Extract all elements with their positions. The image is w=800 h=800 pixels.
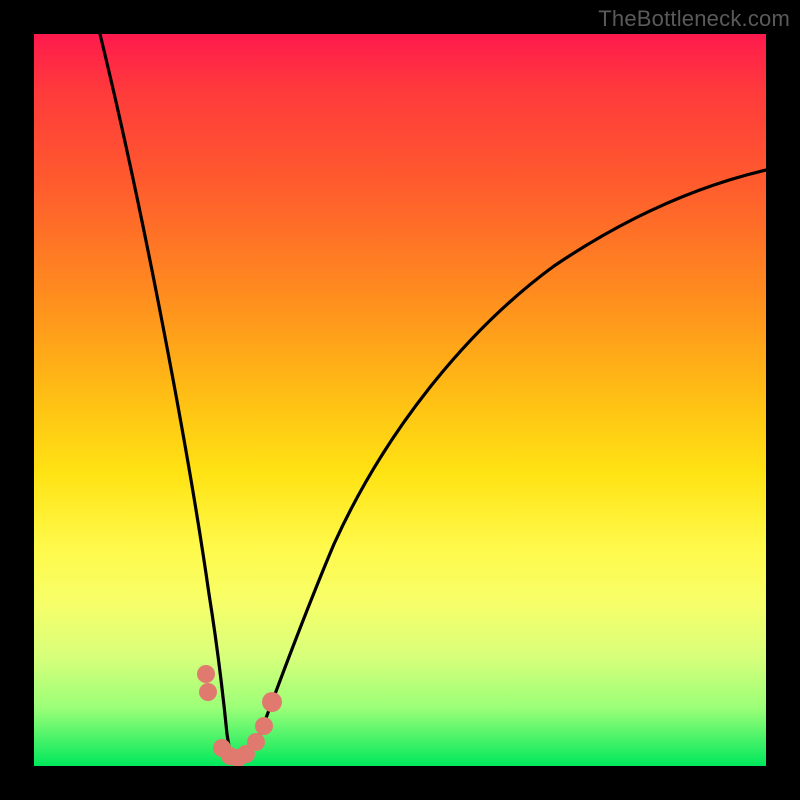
chart-frame: TheBottleneck.com	[0, 0, 800, 800]
watermark-text: TheBottleneck.com	[598, 6, 790, 32]
highlight-points	[197, 665, 282, 766]
curve-path	[100, 34, 766, 764]
plot-area	[34, 34, 766, 766]
bottleneck-curve	[34, 34, 766, 766]
